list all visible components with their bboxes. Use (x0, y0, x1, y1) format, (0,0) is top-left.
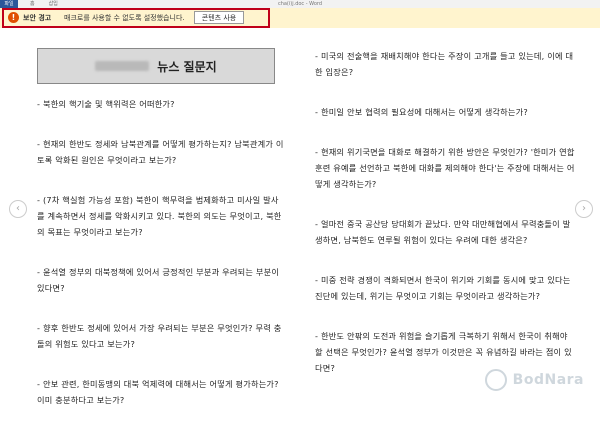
watermark: BodNara (474, 364, 584, 396)
window-title: cha(i)j.doc - Word (277, 1, 323, 7)
warning-icon: ! (8, 12, 19, 23)
question-item: - 현재의 한반도 정세와 남북관계를 어떻게 평가하는지? 남북관계가 이토록… (37, 139, 284, 165)
watermark-text: BodNara (512, 372, 584, 388)
question-item: - 향후 한반도 정세에 있어서 가장 우려되는 부분은 무엇인가? 무력 충돌… (37, 323, 282, 349)
security-warning-title: 보안 경고 (23, 14, 52, 22)
enable-content-button[interactable]: 콘텐츠 사용 (194, 11, 244, 24)
question-item: - 한미일 안보 협력의 필요성에 대해서는 어떻게 생각하는가? (315, 107, 528, 117)
document-heading: 뉴스 질문지 (37, 48, 275, 84)
question-item: - 미국의 전술핵을 재배치해야 한다는 주장이 고개를 들고 있는데, 이에 … (315, 51, 574, 77)
blurred-heading-prefix (95, 61, 150, 71)
left-column: 뉴스 질문지 - 북한의 핵기술 및 핵위력은 어떠한가? - 현재의 한반도 … (37, 48, 285, 432)
security-warning-message: 매크로를 사용할 수 없도록 설정했습니다. (64, 14, 185, 22)
right-column: - 미국의 전술핵을 재배치해야 한다는 주장이 고개를 들고 있는데, 이에 … (315, 48, 577, 400)
question-item: - 얼마전 중국 공산당 당대회가 끝났다. 만약 대만해협에서 무력충돌이 발… (315, 219, 571, 245)
question-item: - 안보 관련, 한미동맹의 대북 억제력에 대해서는 어떻게 평가하는가? 이… (37, 379, 279, 405)
chevron-left-icon[interactable]: ‹ (9, 200, 27, 218)
question-item: - 현재의 위기국면을 대화로 해결하기 위한 방안은 무엇인가? '한미가 연… (315, 147, 575, 189)
question-item: - (7차 핵실험 가능성 포함) 북한이 핵무력을 법제화하고 미사일 발사를… (37, 195, 282, 237)
page-title: 뉴스 질문지 (157, 59, 217, 74)
chevron-right-icon[interactable]: › (575, 200, 593, 218)
question-item: - 미중 전략 경쟁이 격화되면서 한국이 위기와 기회를 동시에 맞고 있다는… (315, 275, 571, 301)
question-item: - 윤석열 정부의 대북정책에 있어서 긍정적인 부분과 우려되는 부분이 있다… (37, 267, 280, 293)
bodnara-logo-icon (484, 369, 507, 391)
question-item: - 북한의 핵기술 및 핵위력은 어떠한가? (37, 99, 175, 109)
